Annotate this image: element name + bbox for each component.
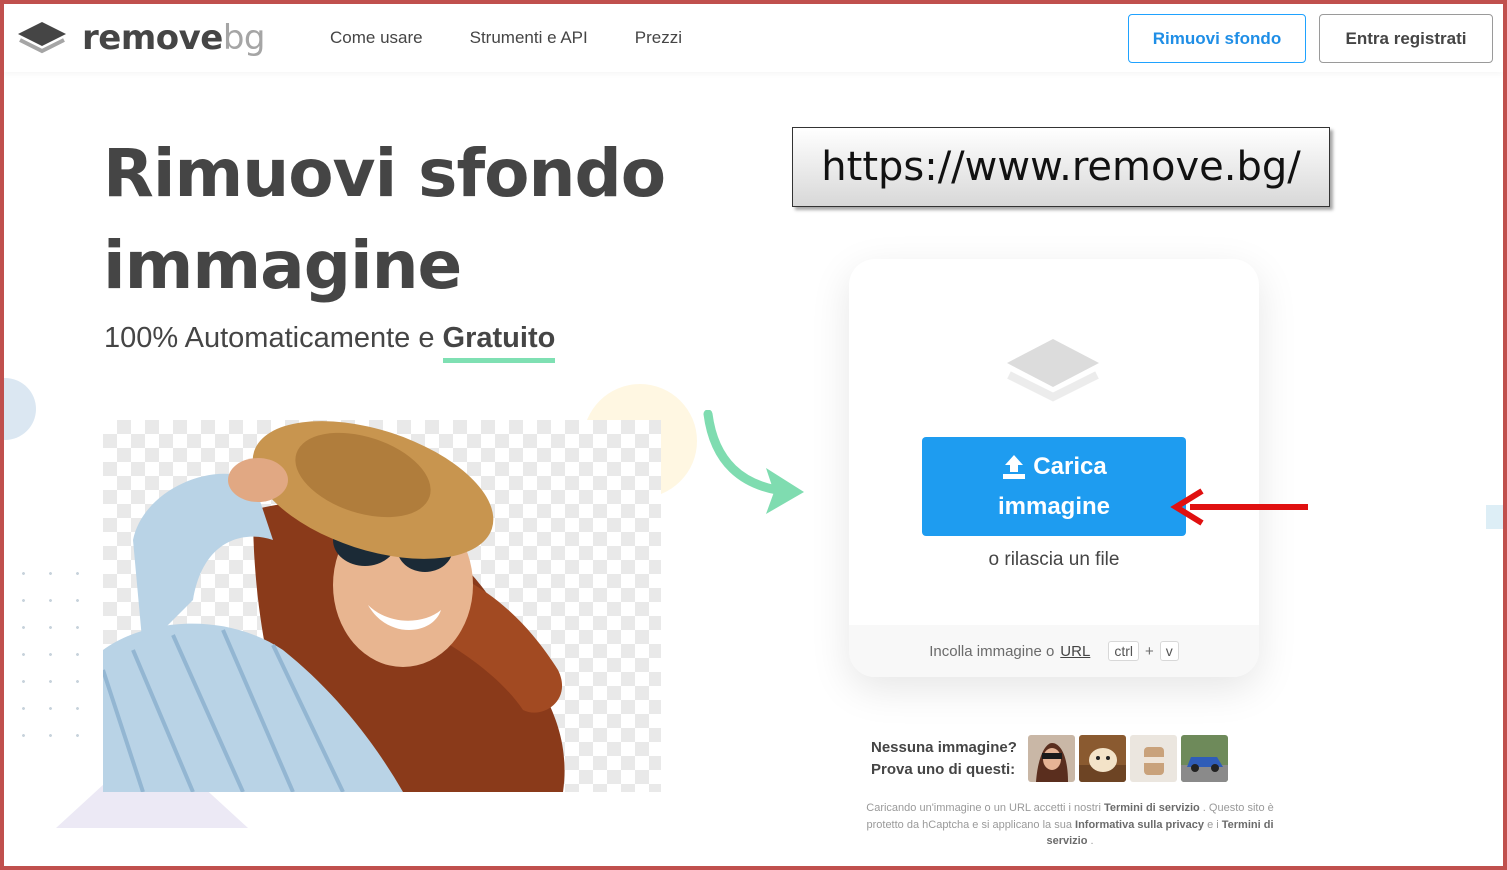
green-arrow-icon <box>703 410 804 514</box>
decorative-dots <box>10 560 100 740</box>
upload-button-label-1: Carica <box>1033 452 1107 480</box>
sample-thumb-car[interactable] <box>1180 735 1228 782</box>
page-title: Rimuovi sfondo immagine <box>103 128 743 312</box>
logo[interactable]: removebg <box>16 18 266 58</box>
car-thumbnail-icon <box>1180 735 1228 782</box>
nav-item-tools-api[interactable]: Strumenti e API <box>470 28 588 48</box>
terms-link[interactable]: Termini di servizio <box>1104 802 1200 814</box>
sample-thumb-dog[interactable] <box>1078 735 1126 782</box>
remove-background-button[interactable]: Rimuovi sfondo <box>1128 14 1306 63</box>
legal-text: Caricando un'immagine o un URL accetti i… <box>866 802 1104 814</box>
page-title-line2: immagine <box>103 227 462 304</box>
url-annotation: https://www.remove.bg/ <box>792 127 1330 207</box>
sample-thumb-woman[interactable] <box>1027 735 1075 782</box>
decorative-shape <box>1486 505 1507 529</box>
demo-image <box>103 420 661 792</box>
legal-text: . <box>1087 835 1094 847</box>
paste-hint-text: Incolla immagine o <box>929 642 1055 660</box>
kbd-v: v <box>1159 641 1179 661</box>
paste-hint: Incolla immagine o URL ctrl + v <box>849 625 1259 677</box>
legal-notice: Caricando un'immagine o un URL accetti i… <box>848 800 1292 850</box>
samples-label-line1: Nessuna immagine? <box>871 738 1017 756</box>
cup-thumbnail-icon <box>1129 735 1177 782</box>
sample-images: Nessuna immagine? Prova uno di questi: <box>871 735 1232 782</box>
kbd-ctrl: ctrl <box>1108 641 1139 661</box>
samples-label-line2: Prova uno di questi: <box>871 760 1016 778</box>
drop-file-text: o rilascia un file <box>988 549 1120 570</box>
decorative-shape <box>0 378 36 440</box>
subtitle-text: 100% Automaticamente e <box>104 322 443 354</box>
layers-logo-icon <box>18 22 66 54</box>
subtitle-emphasis: Gratuito <box>442 322 556 363</box>
dog-thumbnail-icon <box>1078 735 1126 782</box>
page-subtitle: 100% Automaticamente e Gratuito <box>104 322 556 363</box>
privacy-link[interactable]: Informativa sulla privacy <box>1075 819 1204 831</box>
kbd-plus: + <box>1144 642 1154 660</box>
page-title-line1: Rimuovi sfondo <box>103 135 666 212</box>
samples-label: Nessuna immagine? Prova uno di questi: <box>871 737 1017 781</box>
upload-button-label-2: immagine <box>997 492 1111 520</box>
site-header: removebg Come usare Strumenti e API Prez… <box>4 4 1503 72</box>
sample-thumb-cup[interactable] <box>1129 735 1177 782</box>
red-arrow-annotation-icon <box>1170 488 1308 526</box>
paste-url-link[interactable]: URL <box>1060 643 1090 660</box>
upload-icon <box>1003 454 1026 479</box>
logo-text: removebg <box>82 18 266 58</box>
woman-with-hat-illustration <box>103 421 565 792</box>
layers-icon <box>1007 339 1099 402</box>
login-register-button[interactable]: Entra registrati <box>1319 14 1493 63</box>
nav-item-pricing[interactable]: Prezzi <box>635 28 682 48</box>
main-nav: Come usare Strumenti e API Prezzi <box>330 28 682 48</box>
upload-card: Carica immagine o rilascia un file Incol… <box>849 259 1259 677</box>
legal-text: e i <box>1204 818 1222 831</box>
upload-image-button[interactable]: Carica immagine <box>922 437 1186 536</box>
woman-thumbnail-icon <box>1027 735 1075 782</box>
nav-item-how-to[interactable]: Come usare <box>330 28 423 48</box>
